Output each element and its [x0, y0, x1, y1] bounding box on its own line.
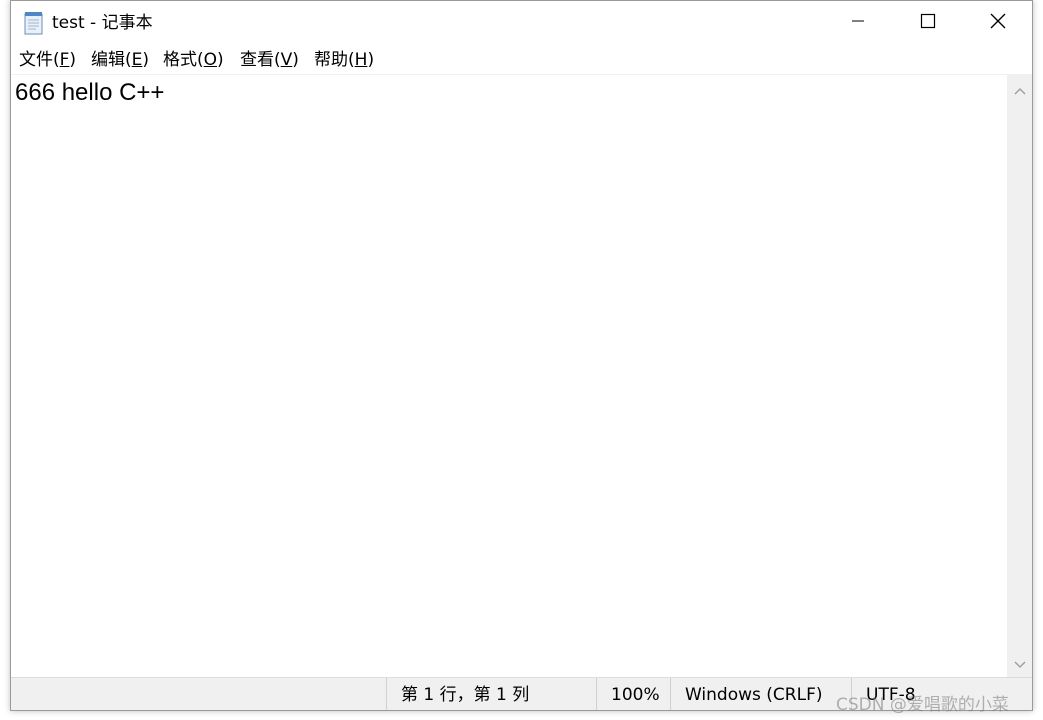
scroll-down-button[interactable] [1007, 649, 1032, 677]
vertical-scrollbar[interactable] [1007, 75, 1032, 677]
line-ending: Windows (CRLF) [670, 678, 851, 710]
menu-file[interactable]: 文件(F) [17, 49, 78, 71]
close-icon [990, 13, 1006, 33]
menu-edit[interactable]: 编辑(E) [89, 49, 151, 71]
title-bar[interactable]: test - 记事本 [11, 1, 1032, 45]
menu-bar: 文件(F) 编辑(E) 格式(O) 查看(V) 帮助(H) [11, 45, 1032, 75]
maximize-icon [920, 13, 936, 33]
watermark: CSDN @爱唱歌的小菜 [836, 695, 1009, 715]
notepad-icon [23, 11, 45, 35]
chevron-up-icon [1013, 80, 1026, 99]
minimize-button[interactable] [823, 1, 893, 45]
notepad-window: test - 记事本 文件(F) 编辑(E) 格式(O) 查看(V) 帮助(H)… [10, 0, 1033, 711]
editor-content[interactable]: 666 hello C++ [15, 79, 164, 107]
menu-format[interactable]: 格式(O) [161, 49, 226, 71]
text-editor[interactable]: 666 hello C++ [11, 75, 1007, 677]
menu-help[interactable]: 帮助(H) [312, 49, 376, 71]
chevron-down-icon [1013, 654, 1026, 673]
cursor-position: 第 1 行，第 1 列 [386, 678, 596, 710]
scroll-up-button[interactable] [1007, 75, 1032, 103]
menu-view[interactable]: 查看(V) [238, 49, 301, 71]
maximize-button[interactable] [893, 1, 963, 45]
minimize-icon [850, 13, 866, 33]
zoom-level: 100% [596, 678, 670, 710]
window-title: test - 记事本 [52, 13, 153, 33]
close-button[interactable] [963, 1, 1032, 45]
